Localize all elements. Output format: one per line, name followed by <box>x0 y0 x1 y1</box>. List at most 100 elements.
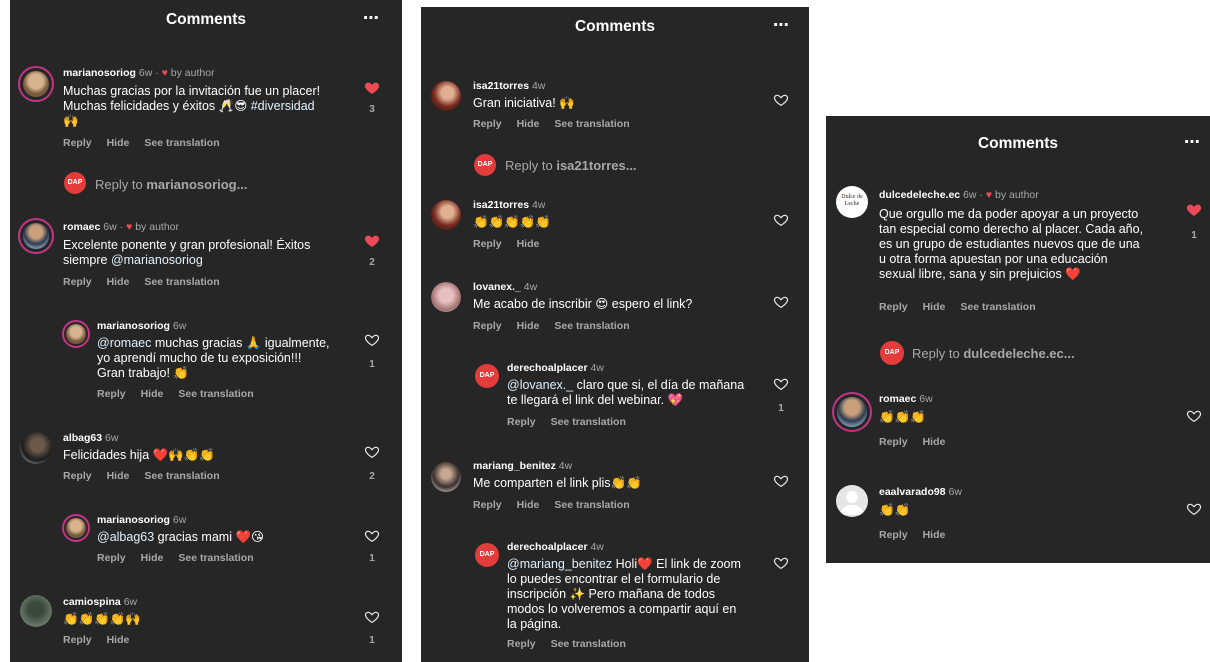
comment-username[interactable]: dulcedeleche.ec <box>879 189 960 201</box>
comment-username[interactable]: derechoalplacer <box>507 362 588 374</box>
comment-username[interactable]: camiospina <box>63 596 121 608</box>
see-translation-button[interactable]: See translation <box>178 388 253 400</box>
hide-button[interactable]: Hide <box>923 436 946 448</box>
comment-username[interactable]: mariang_benitez <box>473 460 556 472</box>
avatar[interactable] <box>431 81 461 111</box>
see-translation-button[interactable]: See translation <box>554 118 629 130</box>
comment-meta: romaec 6w <box>879 393 933 405</box>
mention-link[interactable]: @lovanex._ <box>507 378 573 392</box>
comment-username[interactable]: derechoalplacer <box>507 541 588 553</box>
reply-button[interactable]: Reply <box>63 634 92 646</box>
reply-button[interactable]: Reply <box>473 238 502 250</box>
comment-username[interactable]: lovanex._ <box>473 281 521 293</box>
comment-username[interactable]: marianosoriog <box>97 514 170 526</box>
heart-icon[interactable] <box>773 92 789 108</box>
reply-button[interactable]: Reply <box>879 436 908 448</box>
avatar[interactable]: DAP <box>475 543 499 567</box>
see-translation-button[interactable]: See translation <box>551 416 626 428</box>
see-translation-button[interactable]: See translation <box>960 301 1035 313</box>
hide-button[interactable]: Hide <box>141 388 164 400</box>
hide-button[interactable]: Hide <box>923 301 946 313</box>
comment-username[interactable]: isa21torres <box>473 80 529 92</box>
heart-icon[interactable] <box>773 212 789 228</box>
heart-icon[interactable] <box>773 376 789 392</box>
more-options-icon[interactable]: ⋯ <box>363 11 379 27</box>
avatar[interactable] <box>431 200 461 230</box>
see-translation-button[interactable]: See translation <box>144 276 219 288</box>
reply-button[interactable]: Reply <box>473 118 502 130</box>
liked-heart-icon[interactable] <box>1186 202 1202 218</box>
reply-button[interactable]: Reply <box>507 416 536 428</box>
hide-button[interactable]: Hide <box>517 238 540 250</box>
mention-link[interactable]: @mariang_benitez <box>507 557 612 571</box>
see-translation-button[interactable]: See translation <box>551 638 626 650</box>
heart-icon[interactable] <box>773 473 789 489</box>
avatar[interactable] <box>62 320 90 348</box>
hide-button[interactable]: Hide <box>107 137 130 149</box>
hide-button[interactable]: Hide <box>141 552 164 564</box>
hide-button[interactable]: Hide <box>517 320 540 332</box>
avatar[interactable] <box>62 514 90 542</box>
see-translation-button[interactable]: See translation <box>144 470 219 482</box>
comment-actions: Reply Hide <box>879 436 960 448</box>
avatar[interactable] <box>18 218 54 254</box>
avatar[interactable] <box>836 485 868 517</box>
heart-icon[interactable] <box>773 294 789 310</box>
reply-button[interactable]: Reply <box>63 276 92 288</box>
hide-button[interactable]: Hide <box>923 529 946 541</box>
hide-button[interactable]: Hide <box>107 276 130 288</box>
reply-button[interactable]: Reply <box>879 301 908 313</box>
more-options-icon[interactable]: ⋯ <box>773 18 789 34</box>
reply-input[interactable]: Reply to isa21torres... <box>505 158 637 173</box>
hide-button[interactable]: Hide <box>107 634 130 646</box>
see-translation-button[interactable]: See translation <box>554 499 629 511</box>
more-options-icon[interactable]: ⋯ <box>1184 135 1200 151</box>
heart-icon[interactable] <box>1186 408 1202 424</box>
heart-icon[interactable] <box>1186 501 1202 517</box>
reply-button[interactable]: Reply <box>879 529 908 541</box>
hashtag-link[interactable]: #diversidad <box>251 99 315 113</box>
reply-input[interactable]: Reply to dulcedeleche.ec... <box>912 346 1075 361</box>
comment-username[interactable]: romaec <box>63 221 100 233</box>
mention-link[interactable]: @romaec <box>97 336 151 350</box>
avatar[interactable] <box>431 282 461 312</box>
mention-link[interactable]: @albag63 <box>97 530 154 544</box>
heart-icon[interactable] <box>364 528 380 544</box>
reply-button[interactable]: Reply <box>63 137 92 149</box>
heart-icon[interactable] <box>773 555 789 571</box>
liked-heart-icon[interactable] <box>364 80 380 96</box>
see-translation-button[interactable]: See translation <box>178 552 253 564</box>
reply-button[interactable]: Reply <box>97 388 126 400</box>
comment-username[interactable]: eaalvarado98 <box>879 486 946 498</box>
hide-button[interactable]: Hide <box>107 470 130 482</box>
comment-username[interactable]: marianosoriog <box>63 67 136 79</box>
see-translation-button[interactable]: See translation <box>144 137 219 149</box>
mention-link[interactable]: @marianosoriog <box>111 253 203 267</box>
avatar[interactable] <box>18 66 54 102</box>
comment-actions: Reply Hide See translation <box>97 552 269 564</box>
heart-icon[interactable] <box>364 332 380 348</box>
reply-button[interactable]: Reply <box>97 552 126 564</box>
avatar[interactable] <box>20 432 52 464</box>
heart-icon[interactable] <box>364 609 380 625</box>
avatar[interactable]: DAP <box>475 364 499 388</box>
comment-username[interactable]: isa21torres <box>473 199 529 211</box>
comment-username[interactable]: marianosoriog <box>97 320 170 332</box>
avatar[interactable] <box>832 392 872 432</box>
reply-button[interactable]: Reply <box>63 470 92 482</box>
hide-button[interactable]: Hide <box>517 118 540 130</box>
reply-input[interactable]: Reply to marianosoriog... <box>95 177 247 192</box>
reply-button[interactable]: Reply <box>473 320 502 332</box>
reply-button[interactable]: Reply <box>507 638 536 650</box>
heart-icon[interactable] <box>364 444 380 460</box>
hide-button[interactable]: Hide <box>517 499 540 511</box>
avatar[interactable]: Dulce de Leche <box>836 186 868 218</box>
reply-button[interactable]: Reply <box>473 499 502 511</box>
comment-meta: marianosoriog 6w · ♥ by author <box>63 67 215 79</box>
comment-username[interactable]: albag63 <box>63 432 102 444</box>
comment-username[interactable]: romaec <box>879 393 916 405</box>
see-translation-button[interactable]: See translation <box>554 320 629 332</box>
avatar[interactable] <box>20 595 52 627</box>
liked-heart-icon[interactable] <box>364 233 380 249</box>
avatar[interactable] <box>431 462 461 492</box>
